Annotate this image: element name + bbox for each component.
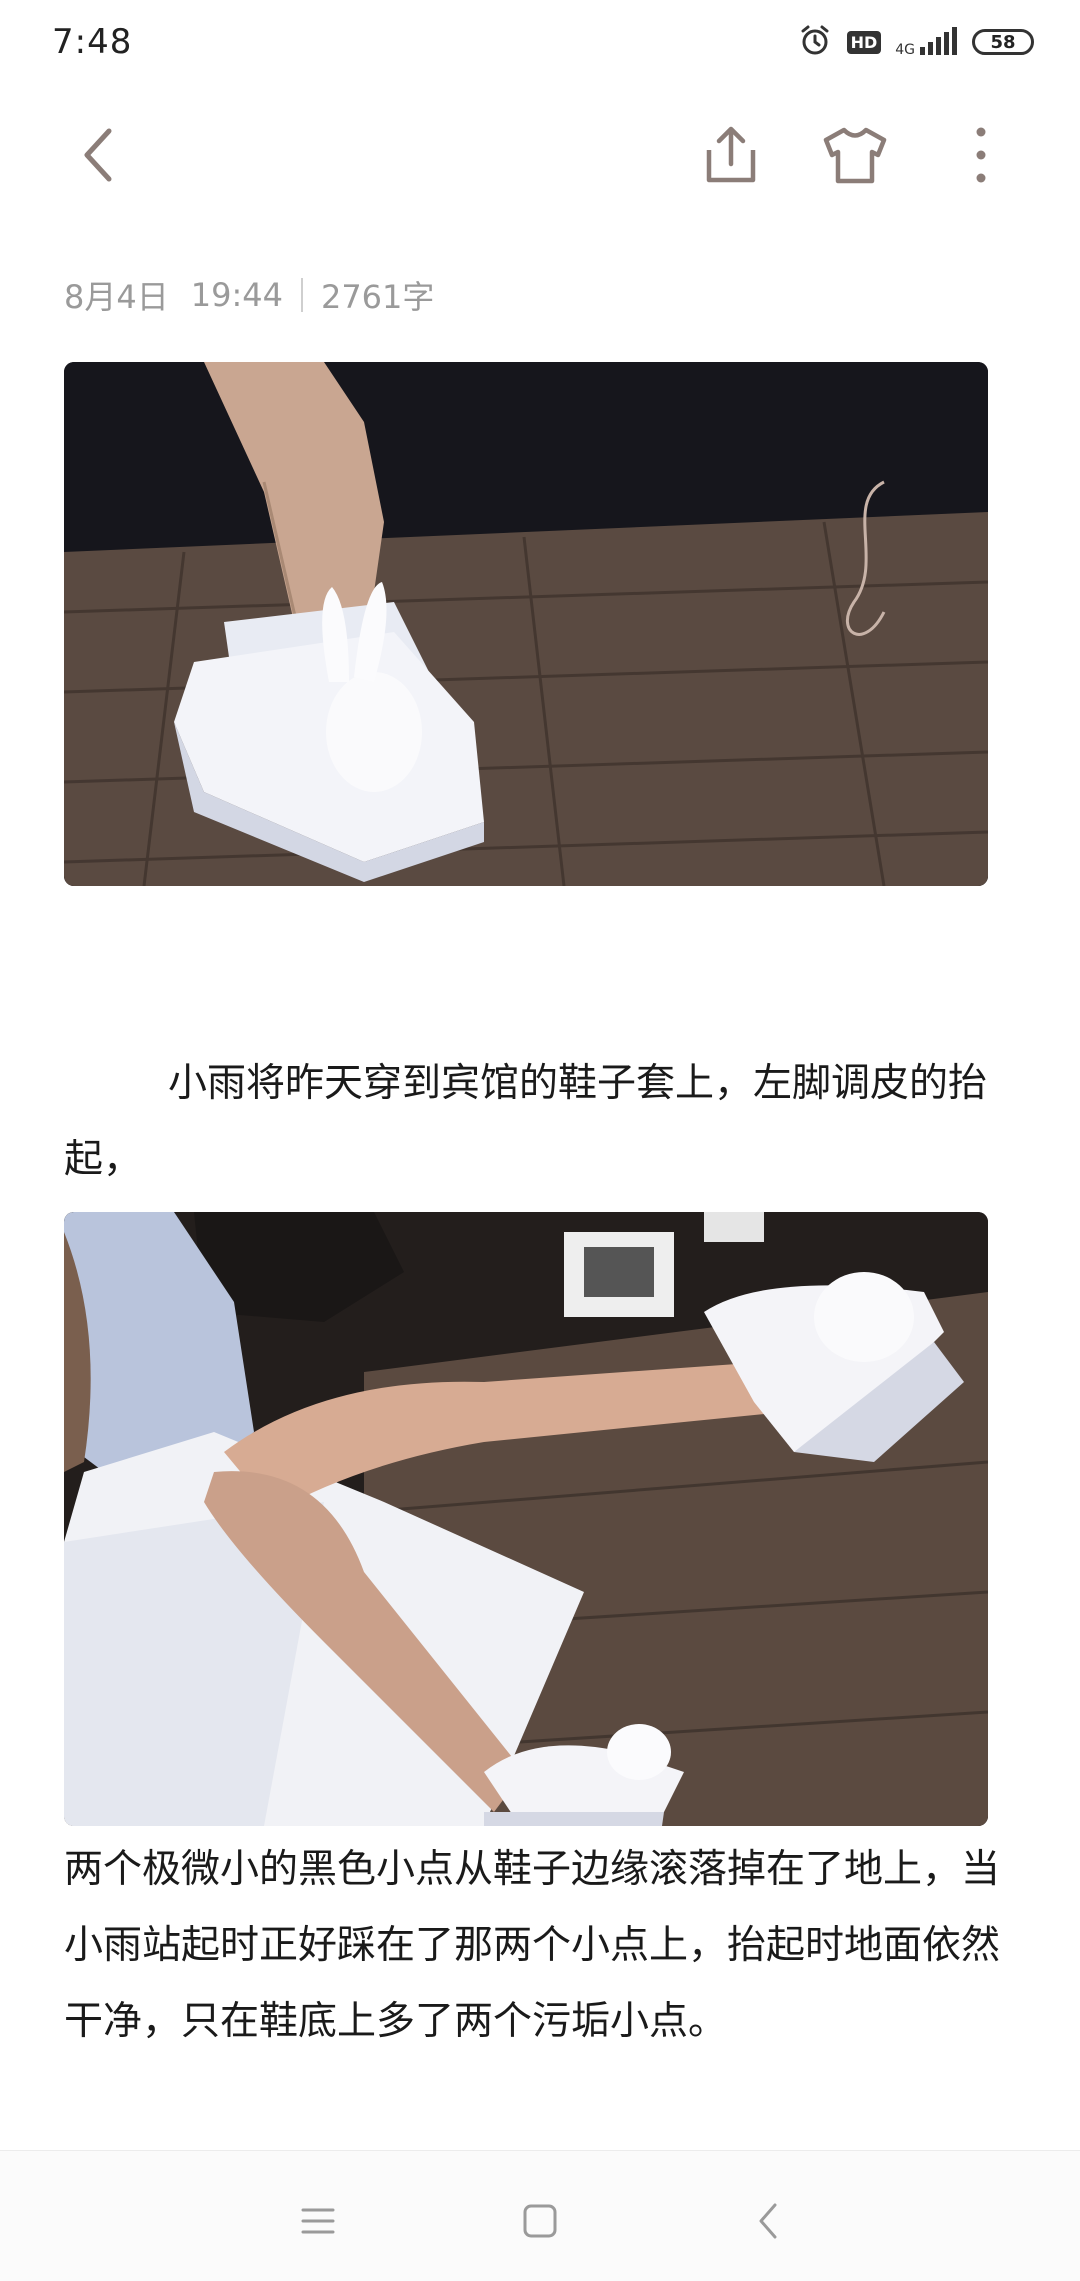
paragraph-1-text: 小雨将昨天穿到宾馆的鞋子套上，左脚调皮的抬起， — [64, 1061, 988, 1182]
photo-shoe-closeup — [64, 362, 988, 886]
word-count: 2761字 — [320, 278, 435, 316]
battery-indicator: 58 — [972, 29, 1034, 55]
chevron-left-icon — [84, 128, 112, 182]
home-button[interactable] — [510, 2191, 570, 2251]
tshirt-icon — [823, 127, 887, 184]
share-icon — [706, 126, 756, 183]
note-date: 8月4日 — [64, 278, 169, 316]
more-button[interactable] — [946, 120, 1016, 190]
more-vertical-icon — [976, 127, 986, 183]
note-image-2[interactable] — [64, 1212, 988, 1826]
chevron-left-icon — [759, 2203, 777, 2239]
recents-button[interactable] — [288, 2191, 348, 2251]
signal-icon — [920, 27, 957, 55]
note-image-1[interactable] — [64, 362, 988, 886]
status-time: 7:48 — [52, 22, 133, 62]
paragraph-2: 两个极微小的黑色小点从鞋子边缘滚落掉在了地上，当小雨站起时正好踩在了那两个小点上… — [64, 1847, 1001, 2044]
system-back-button[interactable] — [738, 2191, 798, 2251]
photo-seated-legs — [64, 1212, 988, 1826]
status-icons: HD 4G 58 — [797, 22, 1034, 62]
share-button[interactable] — [696, 120, 766, 190]
meta-divider — [300, 278, 303, 312]
menu-icon — [301, 2208, 335, 2234]
system-nav-bar — [0, 2150, 1080, 2281]
back-button[interactable] — [64, 120, 134, 190]
alarm-icon — [797, 22, 833, 62]
square-home-icon — [523, 2204, 557, 2238]
network-indicator: 4G — [895, 27, 958, 57]
note-time: 19:44 — [190, 276, 283, 314]
status-bar: 7:48 HD 4G 58 — [0, 0, 1080, 90]
note-meta: 8月4日 19:44 2761字 — [64, 272, 434, 318]
theme-button[interactable] — [820, 120, 890, 190]
toolbar — [0, 110, 1080, 200]
hd-badge: HD — [846, 30, 882, 54]
paragraph-1: 小雨将昨天穿到宾馆的鞋子套上，左脚调皮的抬起， — [64, 1046, 1004, 1198]
network-label: 4G — [895, 42, 915, 58]
